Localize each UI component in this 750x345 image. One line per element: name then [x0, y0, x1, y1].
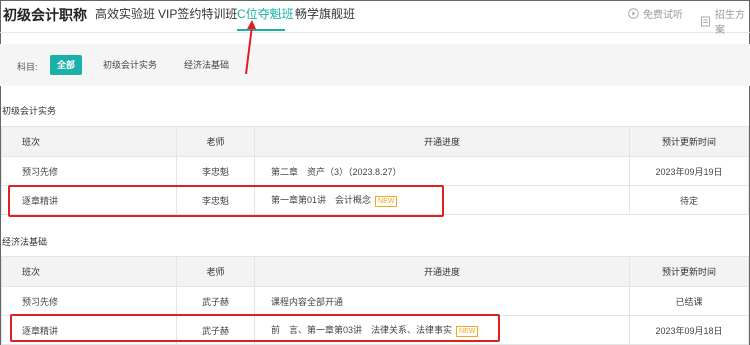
progress-text: 前 言、第一章第03讲 法律关系、法律事实	[271, 325, 453, 336]
filter-chip-accounting-practice[interactable]: 初级会计实务	[96, 55, 164, 75]
subject-filter-label: 科目:	[17, 62, 38, 72]
section-title-economic-law: 经济法基础	[2, 237, 48, 247]
update-time-cell: 待定	[629, 185, 749, 215]
update-time-cell: 2023年09月18日	[629, 315, 749, 345]
progress-text: 第二章 资产（3）（2023.8.27）	[271, 166, 402, 177]
document-icon	[700, 16, 711, 27]
table-row: 预习先修 李忠魁 第二章 资产（3）（2023.8.27） 2023年09月19…	[1, 156, 749, 186]
col-header-update-time: 预计更新时间	[629, 256, 749, 287]
free-trial-link[interactable]: 免费试听	[628, 6, 683, 21]
table-row: 逐章精讲 李忠魁 第一章第01讲 会计概念 NEW 待定	[1, 185, 749, 215]
class-name-cell: 预习先修	[1, 286, 177, 316]
teacher-cell: 李忠魁	[176, 156, 255, 186]
update-time-cell: 2023年09月19日	[629, 156, 749, 186]
free-trial-label: 免费试听	[643, 10, 683, 21]
col-header-update-time: 预计更新时间	[629, 126, 749, 157]
table-header-row: 班次 老师 开通进度 预计更新时间	[1, 126, 749, 157]
brand-title: 初级会计职称	[3, 7, 87, 23]
table-header-row: 班次 老师 开通进度 预计更新时间	[1, 256, 749, 287]
col-header-progress: 开通进度	[254, 256, 630, 287]
tab-efficient-class[interactable]: 高效实验班	[95, 5, 155, 22]
enroll-plan-link[interactable]: 招生方案	[700, 6, 750, 36]
teacher-cell: 李忠魁	[176, 185, 255, 215]
tab-vip-class[interactable]: VIP签约特训班	[158, 5, 237, 22]
filter-chip-economic-law[interactable]: 经济法基础	[177, 55, 236, 75]
col-header-class: 班次	[1, 256, 177, 287]
filter-chip-all[interactable]: 全部	[50, 55, 83, 75]
progress-text: 课程内容全部开通	[271, 296, 344, 307]
table-row: 逐章精讲 武子赫 前 言、第一章第03讲 法律关系、法律事实 NEW 2023年0…	[1, 315, 749, 345]
col-header-teacher: 老师	[176, 126, 255, 157]
play-circle-icon	[628, 8, 639, 19]
class-name-cell: 逐章精讲	[1, 315, 177, 345]
tab-flagship-class[interactable]: 畅学旗舰班	[295, 5, 355, 22]
schedule-table-economic-law: 班次 老师 开通进度 预计更新时间 预习先修 武子赫 课程内容全部开通 已结课 …	[1, 256, 749, 345]
class-name-cell: 预习先修	[1, 156, 177, 186]
tab-c-position-class[interactable]: C位夺魁班	[237, 5, 294, 22]
progress-cell: 前 言、第一章第03讲 法律关系、法律事实 NEW	[254, 315, 630, 345]
teacher-cell: 武子赫	[176, 315, 255, 345]
update-time-cell: 已结课	[629, 286, 749, 316]
progress-text: 第一章第01讲 会计概念	[271, 195, 372, 206]
active-tab-indicator	[237, 29, 285, 31]
col-header-progress: 开通进度	[254, 126, 630, 157]
schedule-table-accounting: 班次 老师 开通进度 预计更新时间 预习先修 李忠魁 第二章 资产（3）（202…	[1, 126, 749, 215]
class-name-cell: 逐章精讲	[1, 185, 177, 215]
teacher-cell: 武子赫	[176, 286, 255, 316]
new-badge: NEW	[375, 195, 398, 207]
table-row: 预习先修 武子赫 课程内容全部开通 已结课	[1, 286, 749, 316]
subject-filter-bar: 科目: 全部 初级会计实务 经济法基础	[0, 44, 750, 86]
col-header-class: 班次	[1, 126, 177, 157]
progress-cell: 第一章第01讲 会计概念 NEW	[254, 185, 630, 215]
top-nav: 初级会计职称 高效实验班 VIP签约特训班 C位夺魁班 畅学旗舰班 免费试听 招…	[0, 0, 750, 36]
col-header-teacher: 老师	[176, 256, 255, 287]
new-badge: NEW	[456, 325, 479, 337]
progress-cell: 课程内容全部开通	[254, 286, 630, 316]
enroll-plan-label: 招生方案	[715, 10, 745, 36]
progress-cell: 第二章 资产（3）（2023.8.27）	[254, 156, 630, 186]
section-title-accounting: 初级会计实务	[2, 106, 57, 116]
